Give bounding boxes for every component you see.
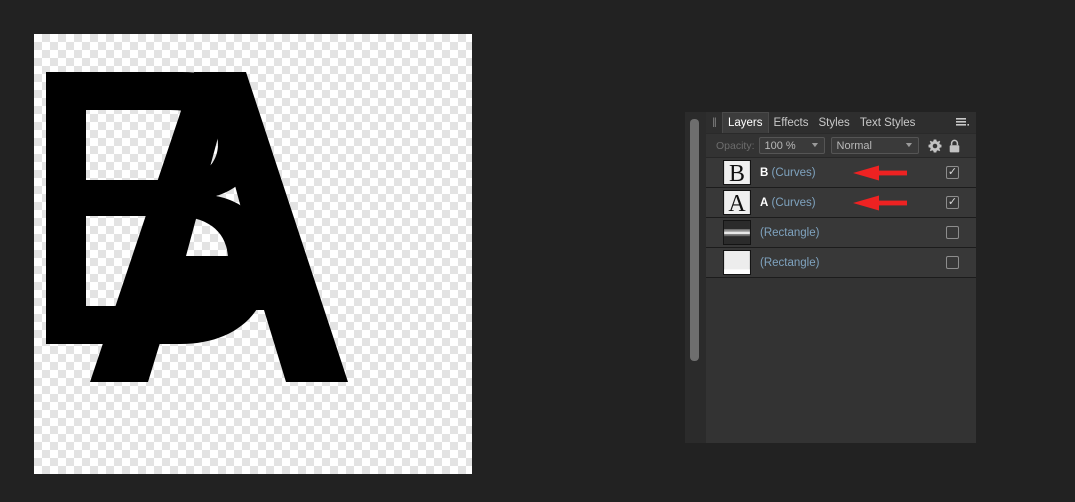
layer-type-curves: (Curves) (771, 196, 816, 209)
letter-b-thumbnail[interactable]: B (723, 160, 751, 185)
artwork-letters-ba (46, 72, 348, 382)
tab-layers[interactable]: Layers (722, 112, 769, 133)
layer-label-b-curves: B (Curves) (760, 167, 816, 179)
opacity-value: 100 % (764, 139, 796, 152)
layers-panel: || Layers Effects Styles Text Styles Opa… (685, 112, 976, 443)
gear-glyph (928, 139, 941, 152)
left-arrow-icon (853, 195, 907, 210)
opacity-label: Opacity: (716, 139, 755, 152)
layer-row-b-curves[interactable]: B B (Curves) ✓ (706, 158, 976, 188)
document-canvas[interactable] (34, 34, 472, 474)
checkmark-icon: ✓ (947, 195, 958, 208)
hamburger-menu-glyph (956, 118, 969, 126)
blend-mode-dropdown[interactable]: Normal ▼ (830, 137, 919, 154)
gear-icon[interactable] (925, 139, 945, 153)
annotation-arrow-b (853, 165, 907, 181)
layer-list: B B (Curves) ✓ A A (Curves) ✓ (Rectangle… (706, 158, 976, 431)
letter-b-thumbnail-glyph: B (724, 161, 750, 184)
chevron-down-icon: ▼ (809, 142, 820, 149)
scrollbar-thumb[interactable] (690, 119, 699, 361)
layer-type-curves: (Curves) (771, 166, 816, 179)
tab-text-styles[interactable]: Text Styles (855, 112, 921, 133)
layer-row-rectangle-dark[interactable]: (Rectangle) (706, 218, 976, 248)
layers-panel-body: || Layers Effects Styles Text Styles Opa… (706, 112, 976, 443)
panel-tab-strip: || Layers Effects Styles Text Styles (706, 112, 976, 134)
layer-row-a-curves[interactable]: A A (Curves) ✓ (706, 188, 976, 218)
layer-list-empty-area[interactable] (706, 278, 976, 431)
layer-letter-a: A (760, 196, 769, 209)
svg-text:B: B (729, 161, 745, 184)
layer-label-a-curves: A (Curves) (760, 197, 816, 209)
layer-visibility-checkbox-rectangle-light[interactable] (946, 256, 959, 269)
dark-stripe-thumbnail[interactable] (723, 220, 751, 245)
chevron-down-icon: ▼ (903, 142, 914, 149)
light-rectangle-thumbnail[interactable] (723, 250, 751, 275)
layer-visibility-checkbox-rectangle-dark[interactable] (946, 226, 959, 239)
tab-styles[interactable]: Styles (813, 112, 854, 133)
lock-icon[interactable] (945, 139, 965, 153)
layer-type-rectangle: (Rectangle) (760, 226, 820, 239)
panel-vertical-scrollbar[interactable] (685, 112, 706, 443)
layer-label-rectangle-dark: (Rectangle) (760, 227, 819, 239)
panel-drag-grip[interactable]: || (706, 112, 722, 133)
hamburger-menu-icon[interactable] (956, 112, 976, 133)
dark-stripe-thumbnail-glyph (724, 221, 750, 244)
annotation-arrow-a (853, 195, 907, 211)
layer-letter-b: B (760, 166, 769, 179)
letter-a-thumbnail[interactable]: A (723, 190, 751, 215)
svg-text:A: A (728, 191, 746, 214)
layer-type-rectangle: (Rectangle) (760, 256, 820, 269)
opacity-dropdown[interactable]: 100 % ▼ (758, 137, 825, 154)
lock-glyph (949, 139, 960, 152)
letter-a-thumbnail-glyph: A (724, 191, 750, 214)
light-rectangle-thumbnail-glyph (724, 251, 750, 274)
layer-visibility-checkbox-a[interactable]: ✓ (946, 196, 959, 209)
checkmark-icon: ✓ (947, 165, 958, 178)
layer-visibility-checkbox-b[interactable]: ✓ (946, 166, 959, 179)
layer-label-rectangle-light: (Rectangle) (760, 257, 819, 269)
blend-mode-value: Normal (836, 139, 872, 152)
left-arrow-icon (853, 165, 907, 180)
layer-row-rectangle-light[interactable]: (Rectangle) (706, 248, 976, 278)
layer-options-row: Opacity: 100 % ▼ Normal ▼ (706, 134, 976, 158)
tab-effects[interactable]: Effects (769, 112, 814, 133)
